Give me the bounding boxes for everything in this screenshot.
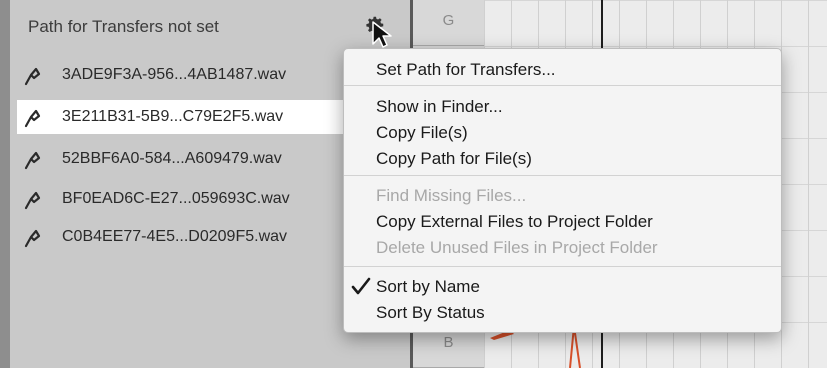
context-menu: Set Path for Transfers... Show in Finder… [343, 48, 782, 333]
menu-item-copy-files[interactable]: Copy File(s) [344, 120, 781, 144]
file-name: 3E211B31-5B9...C79E2F5.wav [62, 108, 284, 125]
piano-key[interactable]: G [413, 0, 484, 46]
file-name: 3ADE9F3A-956...4AB1487.wav [62, 66, 287, 83]
menu-separator [344, 85, 781, 86]
file-name: BF0EAD6C-E27...059693C.wav [62, 190, 290, 207]
audio-file-icon [24, 151, 41, 170]
menu-item-copy-external[interactable]: Copy External Files to Project Folder [344, 209, 781, 233]
menu-separator [344, 266, 781, 267]
menu-item-find-missing: Find Missing Files... [376, 186, 527, 205]
audio-file-icon [24, 67, 41, 86]
menu-item-set-path[interactable]: Set Path for Transfers... [344, 57, 781, 81]
menu-item-delete-unused: Delete Unused Files in Project Folder [376, 238, 658, 257]
audio-file-icon [24, 229, 41, 248]
panel-title: Path for Transfers not set [28, 17, 219, 36]
menu-item-sort-by-name[interactable]: Sort by Name [344, 274, 781, 298]
checkmark-icon [351, 277, 371, 295]
file-name: 52BBF6A0-584...A609479.wav [62, 150, 282, 167]
menu-item-show-in-finder[interactable]: Show in Finder... [344, 94, 781, 118]
file-name: C0B4EE77-4E5...D0209F5.wav [62, 228, 288, 245]
key-label: G [442, 12, 455, 29]
key-label: B [443, 334, 454, 351]
mouse-cursor-icon [372, 21, 392, 48]
audio-file-icon [24, 191, 41, 210]
menu-item-sort-by-status[interactable]: Sort By Status [344, 300, 781, 324]
menu-item-copy-path[interactable]: Copy Path for File(s) [344, 146, 781, 170]
menu-separator [344, 175, 781, 176]
audio-file-icon [24, 109, 41, 128]
panel-edge [0, 0, 10, 368]
panel-header: Path for Transfers not set [10, 0, 410, 52]
